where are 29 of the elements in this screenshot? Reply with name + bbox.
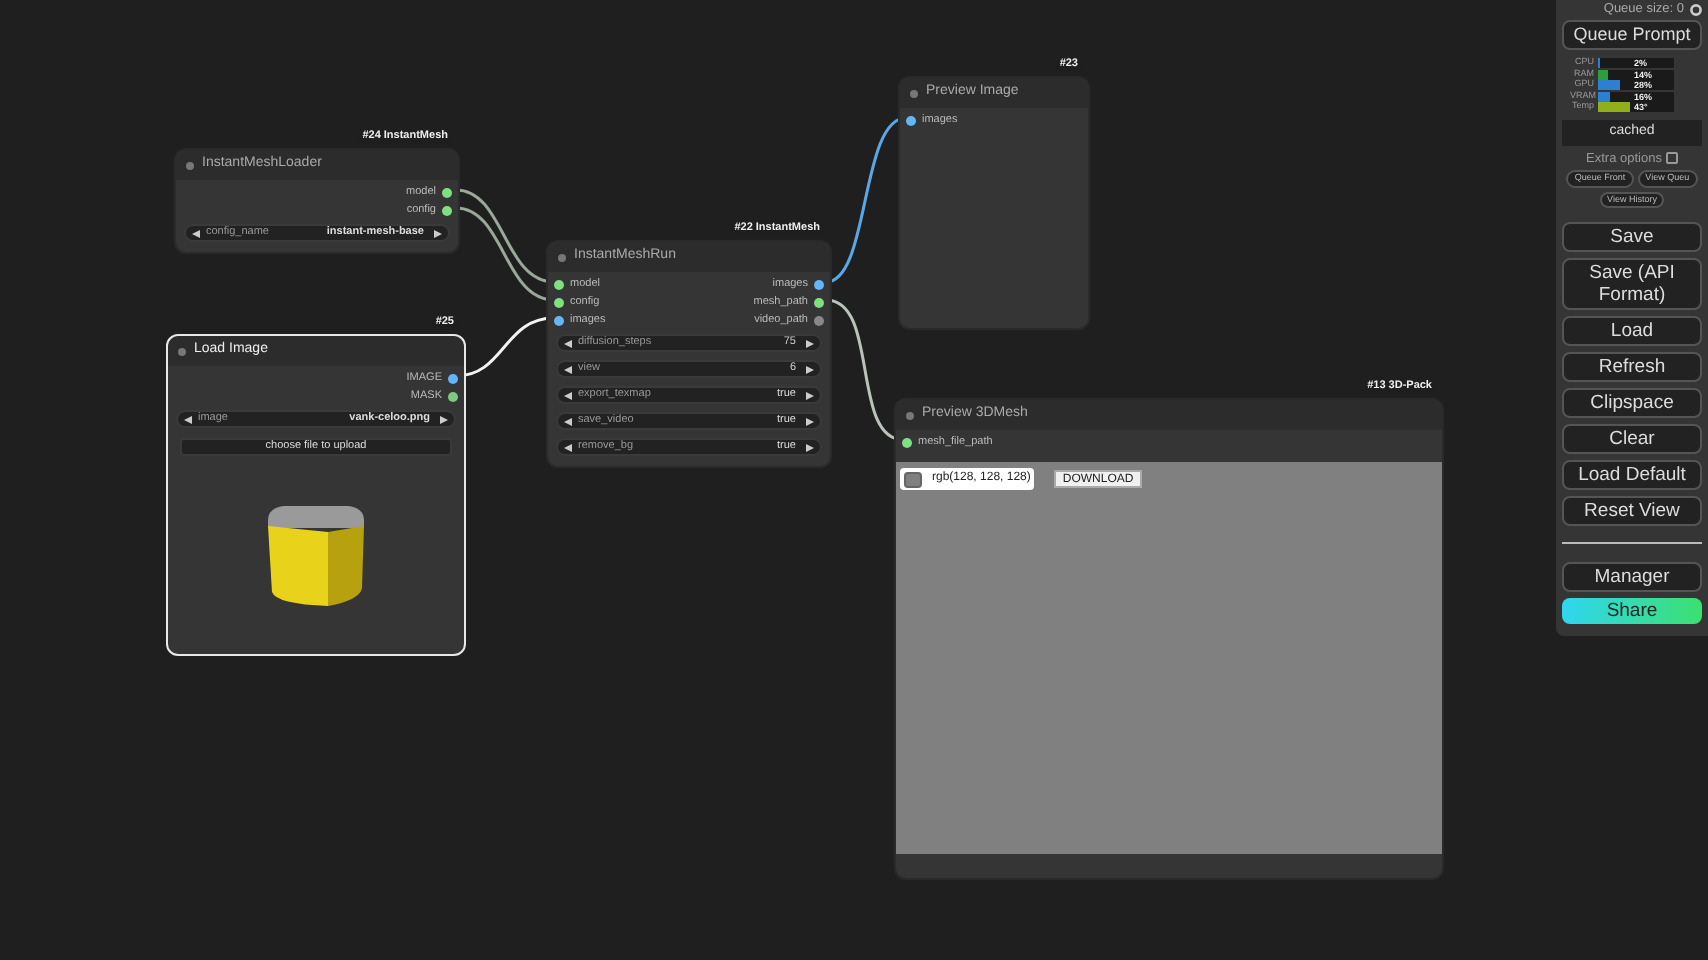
left-arrow-icon[interactable] — [564, 339, 572, 347]
queue-prompt-button[interactable]: Queue Prompt — [1562, 20, 1702, 50]
right-arrow-icon[interactable] — [806, 417, 814, 425]
menu-button[interactable]: Load — [1562, 315, 1702, 346]
menu-button[interactable]: Manager — [1562, 561, 1702, 592]
left-arrow-icon[interactable] — [564, 417, 572, 425]
node-canvas[interactable] — [0, 0, 1708, 960]
right-arrow-icon[interactable] — [806, 339, 814, 347]
left-arrow-icon[interactable] — [184, 415, 192, 423]
menu-button[interactable]: Save (API Format) — [1562, 257, 1702, 310]
menu-button[interactable]: Share — [1562, 597, 1702, 624]
settings-icon[interactable] — [1690, 4, 1702, 16]
right-arrow-icon[interactable] — [806, 365, 814, 373]
extra-options-checkbox[interactable] — [1665, 152, 1678, 165]
color-swatch — [904, 471, 922, 487]
menu-button[interactable]: Clipspace — [1562, 387, 1702, 418]
menu-button[interactable]: Load Default — [1562, 459, 1702, 490]
right-arrow-icon[interactable] — [806, 391, 814, 399]
menu-button[interactable]: Clear — [1562, 423, 1702, 454]
menu-button[interactable]: Refresh — [1562, 351, 1702, 382]
left-arrow-icon[interactable] — [564, 443, 572, 451]
left-arrow-icon[interactable] — [564, 365, 572, 373]
right-arrow-icon[interactable] — [434, 229, 442, 237]
menu-button[interactable]: Save — [1562, 221, 1702, 252]
right-arrow-icon[interactable] — [806, 443, 814, 451]
left-arrow-icon[interactable] — [564, 391, 572, 399]
right-arrow-icon[interactable] — [440, 415, 448, 423]
menu-button[interactable]: Reset View — [1562, 495, 1702, 526]
left-arrow-icon[interactable] — [192, 229, 200, 237]
